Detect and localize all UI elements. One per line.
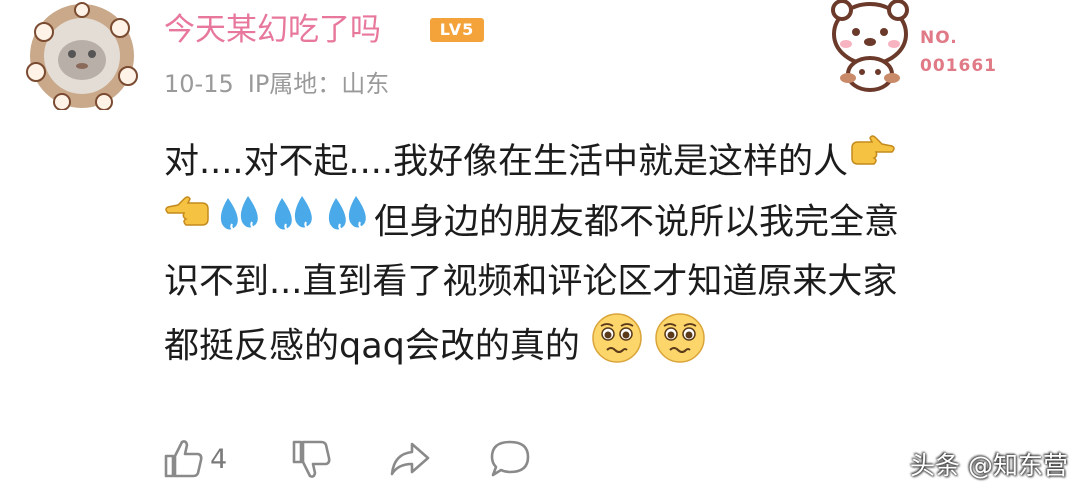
watermark: 头条 @知东营 [910, 451, 1068, 480]
like-count: 4 [210, 444, 228, 475]
comment-line-4: 都挺反感的qaq会改的真的 [164, 312, 1044, 372]
comment-date: 10-15 [164, 70, 234, 98]
fan-badge-label: NO. [920, 28, 958, 48]
comment-bubble-icon [488, 440, 532, 484]
pleading-face-icon [654, 312, 706, 383]
dislike-button[interactable] [290, 438, 332, 484]
user-avatar[interactable] [22, 2, 142, 111]
comment-meta: 10-15 IP属地：山东 [164, 68, 389, 100]
level-badge: LV5 [430, 18, 484, 42]
share-arrow-icon [388, 442, 432, 484]
comment-body: 对....对不起....我好像在生活中就是这样的人 但身边的朋友都不说所以我完全… [164, 132, 1044, 372]
sweat-droplets-icon [212, 192, 266, 255]
comment-line-1: 对....对不起....我好像在生活中就是这样的人 [164, 132, 1044, 192]
username[interactable]: 今天某幻吃了吗 [164, 10, 381, 50]
thumbs-up-icon [162, 440, 204, 484]
comment-line-3: 识不到...直到看了视频和评论区才知道原来大家 [164, 262, 898, 302]
pointing-left-hand-icon [164, 194, 212, 254]
share-button[interactable] [388, 438, 432, 484]
thumbs-down-icon [290, 440, 332, 484]
like-button[interactable] [162, 438, 204, 484]
comment-line-2: 但身边的朋友都不说所以我完全意 [164, 192, 1044, 252]
pleading-face-icon [591, 312, 643, 383]
pointing-right-hand-icon [848, 133, 896, 193]
reply-button[interactable] [488, 438, 532, 484]
sweat-droplets-icon [266, 192, 320, 255]
fan-badge-number: 001661 [920, 56, 997, 76]
ip-location: IP属地：山东 [247, 70, 390, 98]
sweat-droplets-icon [320, 192, 374, 255]
